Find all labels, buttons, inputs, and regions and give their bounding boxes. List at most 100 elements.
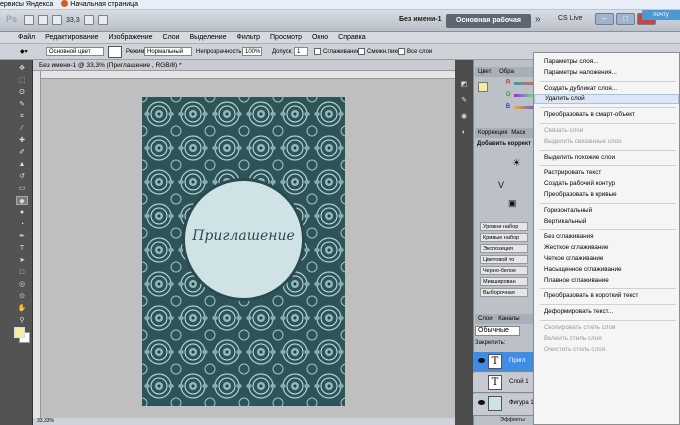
move-tool-icon[interactable]: ✥ [16,64,28,73]
eyedropper-tool-icon[interactable]: ⁄ [16,124,28,133]
context-menu-item[interactable]: Растрировать текст [534,168,679,178]
context-menu-item[interactable]: Выделить похожие слои [534,153,679,163]
menu-select[interactable]: Выделение [190,34,227,41]
bw-adjust-icon[interactable]: ▣ [508,198,517,209]
minibridge-icon[interactable] [38,15,48,25]
all-layers-checkbox[interactable] [398,47,405,55]
history-brush-tool-icon[interactable]: ↺ [16,172,28,181]
menu-layers[interactable]: Слои [163,34,180,41]
blend-mode-select[interactable]: Обычные [475,326,520,336]
menu-file[interactable]: Файл [18,34,35,41]
mode-select[interactable]: Нормальный [144,47,192,56]
visibility-eye-icon[interactable] [478,358,485,363]
preset-curves[interactable]: Кривые набор [480,233,528,242]
all-layers-option[interactable]: Все слои [398,47,432,57]
preset-selective[interactable]: Выборочная [480,288,528,297]
menu-view[interactable]: Просмотр [270,34,302,41]
zoom-tool-icon[interactable]: ⚲ [16,316,28,325]
quick-select-tool-icon[interactable]: ✎ [16,100,28,109]
context-menu-item[interactable]: Горизонтальный [534,206,679,216]
preset-exposure[interactable]: Экспозиция [480,244,528,253]
visibility-eye-icon[interactable] [478,400,485,405]
fill-source-select[interactable]: Основной цвет [46,47,104,56]
foreground-color-swatch[interactable] [14,327,25,338]
stamp-tool-icon[interactable]: ▲ [16,160,28,169]
bookmark-home[interactable]: Начальная страница [61,0,138,9]
brush-tool-icon[interactable]: ✐ [16,148,28,157]
marquee-tool-icon[interactable]: ⬚ [16,76,28,85]
3d-rotate-tool-icon[interactable]: ◎ [16,280,28,289]
brightness-adjust-icon[interactable]: ☀ [512,158,521,169]
mail-button[interactable]: почту [642,10,680,20]
document-tab[interactable]: Без имени-1 @ 33,3% (Приглашение , RGB/8… [33,60,473,71]
minimize-button[interactable]: – [595,13,614,25]
context-menu-item[interactable]: Удалить слой [534,94,679,105]
maximize-button[interactable]: □ [616,13,635,25]
dodge-tool-icon[interactable]: ◔ [16,220,28,229]
3d-orbit-tool-icon[interactable]: ⊙ [16,292,28,301]
tolerance-input[interactable]: 1 [294,47,308,56]
context-menu-item[interactable]: Без сглаживания [534,232,679,242]
antialias-checkbox[interactable] [314,47,321,55]
paint-bucket-tool-icon[interactable]: ◆ [16,196,28,205]
preset-bw[interactable]: Черно-белое [480,266,528,275]
cs-live-button[interactable]: CS Live [558,15,583,22]
healing-tool-icon[interactable]: ✚ [16,136,28,145]
workspace-more-chevron[interactable]: » [535,14,541,25]
path-select-tool-icon[interactable]: ➤ [16,256,28,265]
preset-levels[interactable]: Уровни набор [480,222,528,231]
preset-hue[interactable]: Цветовой то [480,255,528,264]
hand-view-icon[interactable] [52,15,62,25]
menu-edit[interactable]: Редактирование [45,34,98,41]
vibrance-adjust-icon[interactable]: V [498,180,504,190]
context-menu-item[interactable]: Жесткое сглаживание [534,243,679,253]
zoom-level[interactable]: 33,3 [66,17,80,24]
context-menu-item[interactable]: Параметры наложения... [534,68,679,78]
toolbox: ✥ ⬚ ʘ ✎ ⌗ ⁄ ✚ ✐ ▲ ↺ ▭ ◆ ● ◔ ✒ T ➤ □ ◎ ⊙ … [0,60,33,425]
hand-tool-icon[interactable]: ✋ [16,304,28,313]
arrange-documents-icon[interactable] [83,15,94,25]
pattern-picker[interactable] [108,46,122,58]
workspace-switcher[interactable]: Основная рабочая среда [446,14,531,38]
styles-panel-icon[interactable]: ◐ [458,128,470,137]
menu-window[interactable]: Окно [312,34,328,41]
color-panel-fg-swatch[interactable] [478,82,488,92]
paint-bucket-tool-icon[interactable]: ◆▾ [20,47,28,57]
context-menu-item[interactable]: Преобразовать в смарт-объект [534,110,679,120]
context-menu-item[interactable]: Плавное сглаживание [534,276,679,286]
type-tool-icon[interactable]: T [16,244,28,253]
lasso-tool-icon[interactable]: ʘ [16,88,28,97]
context-menu-item[interactable]: Создать рабочий контур [534,179,679,189]
bridge-icon[interactable] [24,15,34,25]
context-menu-item[interactable]: Создать дубликат слоя... [534,84,679,94]
history-panel-icon[interactable]: ◩ [458,80,470,89]
blur-tool-icon[interactable]: ● [16,208,28,217]
antialias-option[interactable]: Сглаживание [314,47,360,57]
preset-mixer[interactable]: Микширован [480,277,528,286]
screen-mode-icon[interactable] [97,15,108,25]
menu-filter[interactable]: Фильтр [237,34,261,41]
crop-tool-icon[interactable]: ⌗ [16,112,28,121]
brush-panel-icon[interactable]: ✎ [458,96,470,105]
context-menu-item[interactable]: Вертикальный [534,217,679,227]
color-panel-tab[interactable]: Цвет Обра [475,67,533,77]
context-menu-item[interactable]: Насыщенное сглаживание [534,265,679,275]
shape-tool-icon[interactable]: □ [16,268,28,277]
bookmark-yandex[interactable]: ервисы Яндекса [0,0,53,9]
context-menu-item[interactable]: Параметры слоя... [534,57,679,67]
context-menu-item[interactable]: Деформировать текст... [534,307,679,317]
eraser-tool-icon[interactable]: ▭ [16,184,28,193]
opacity-input[interactable]: 100% [242,47,262,56]
adjustments-panel-tab[interactable]: Коррекция Маск [475,128,533,138]
clone-panel-icon[interactable]: ◉ [458,112,470,121]
context-menu-item[interactable]: Преобразовать в короткий текст [534,291,679,301]
menu-help[interactable]: Справка [338,34,365,41]
pen-tool-icon[interactable]: ✒ [16,232,28,241]
invitation-title[interactable]: Приглашение [182,228,305,244]
contiguous-option[interactable]: Смежн.пикс [358,47,400,57]
context-menu-item[interactable]: Преобразовать в кривые [534,190,679,200]
contiguous-checkbox[interactable] [358,47,365,55]
layers-panel-tab[interactable]: Слои Каналы [475,314,533,324]
context-menu-item[interactable]: Четкое сглаживание [534,254,679,264]
menu-image[interactable]: Изображение [108,34,152,41]
